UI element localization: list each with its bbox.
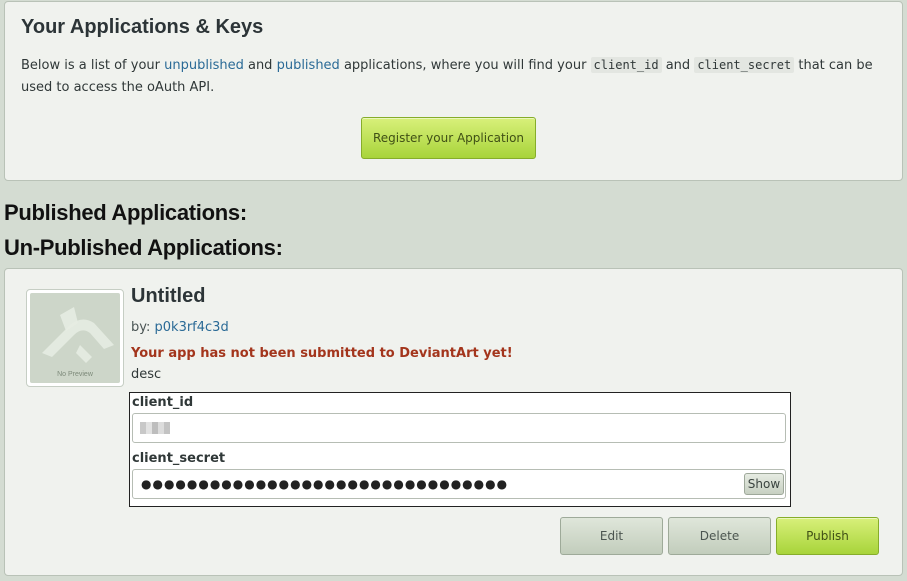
- edit-button[interactable]: Edit: [560, 517, 663, 555]
- client-id-label: client_id: [132, 395, 194, 410]
- app-description: desc: [131, 367, 162, 382]
- unpublished-applications-heading: Un-Published Applications:: [4, 235, 283, 260]
- deviantart-logo-icon: No Preview: [30, 293, 120, 383]
- client-id-code: client_id: [590, 57, 662, 73]
- credentials-box: client_id client_secret Show: [129, 392, 791, 507]
- app-title: Untitled: [131, 285, 206, 307]
- no-preview-caption: No Preview: [57, 371, 93, 378]
- register-application-button[interactable]: Register your Application: [361, 117, 536, 159]
- app-thumbnail: No Preview: [26, 289, 124, 387]
- client-secret-code: client_secret: [694, 57, 795, 73]
- author-link[interactable]: p0k3rf4c3d: [155, 320, 229, 335]
- client-secret-field[interactable]: [132, 469, 786, 499]
- published-link[interactable]: published: [277, 58, 340, 73]
- app-author-line: by: p0k3rf4c3d: [131, 320, 229, 335]
- client-secret-label: client_secret: [132, 451, 226, 466]
- intro-description: Below is a list of your unpublished and …: [21, 57, 873, 95]
- intro-panel: Your Applications & Keys Below is a list…: [4, 1, 903, 181]
- application-card: No Preview Untitled by: p0k3rf4c3d Your …: [4, 268, 903, 576]
- not-submitted-warning: Your app has not been submitted to Devia…: [131, 346, 513, 361]
- client-id-field[interactable]: [132, 413, 786, 443]
- delete-button[interactable]: Delete: [668, 517, 771, 555]
- unpublished-link[interactable]: unpublished: [164, 58, 244, 73]
- published-applications-heading: Published Applications:: [4, 200, 247, 225]
- redacted-value: [140, 422, 170, 434]
- publish-button[interactable]: Publish: [776, 517, 879, 555]
- page-title: Your Applications & Keys: [21, 16, 264, 38]
- show-secret-button[interactable]: Show: [744, 473, 784, 495]
